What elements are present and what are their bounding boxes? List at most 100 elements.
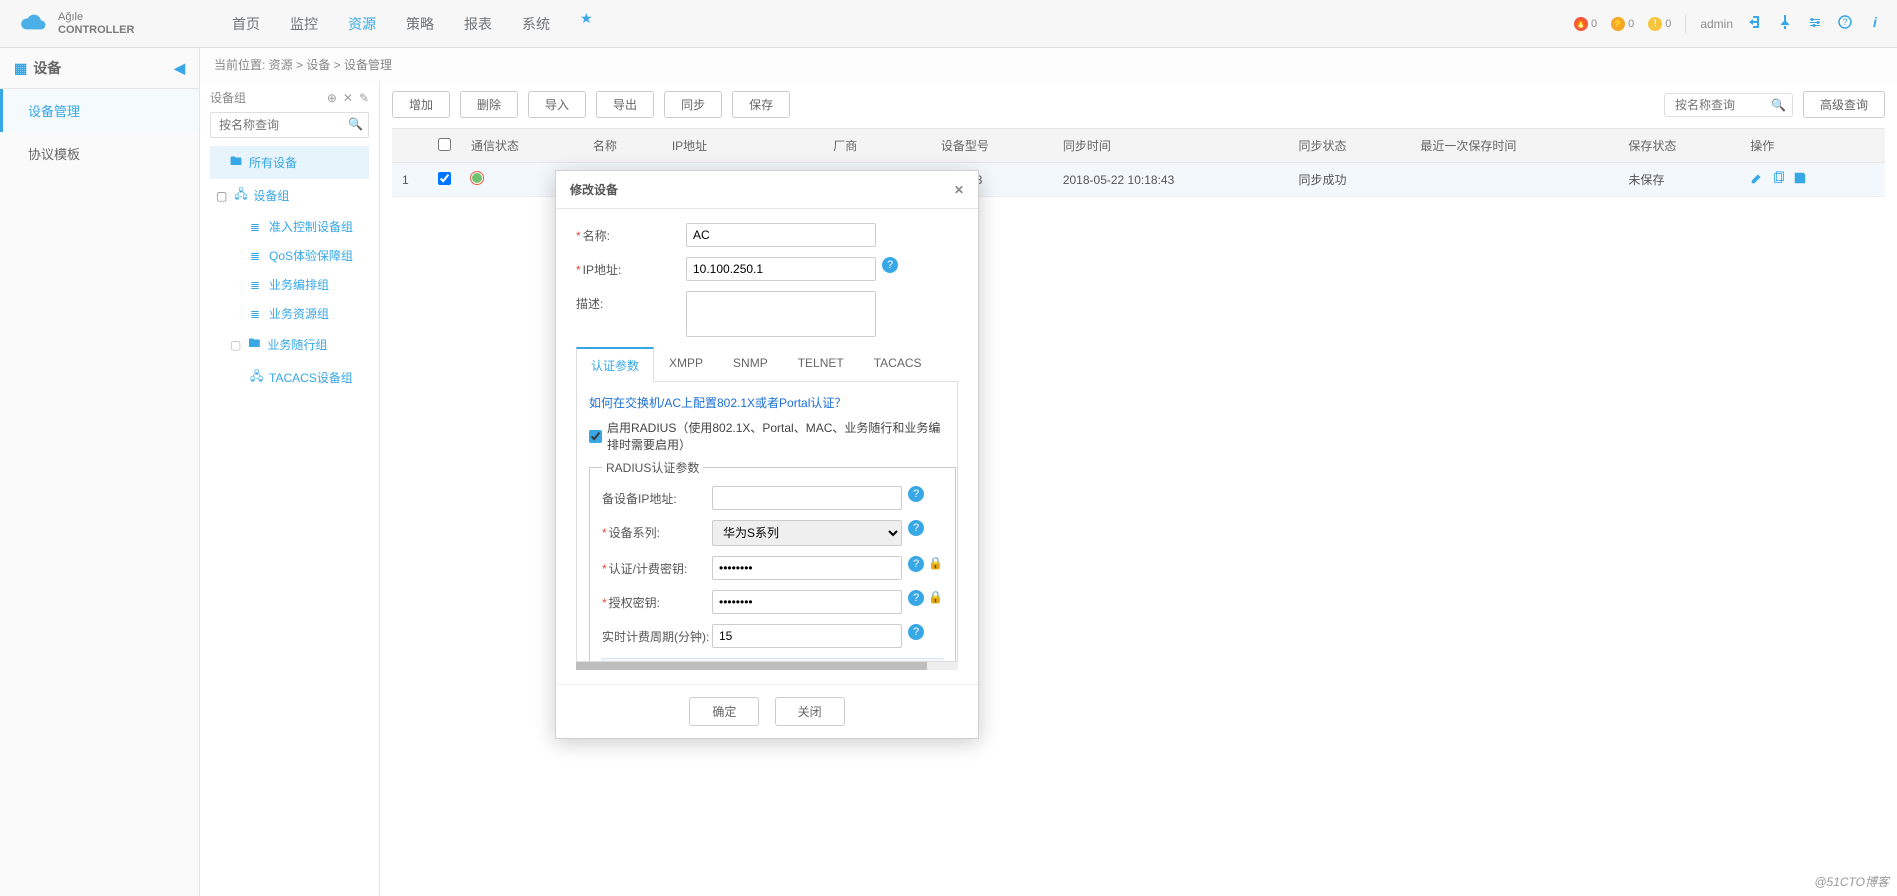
delete-button[interactable]: 删除 [460, 91, 518, 118]
badge-orange[interactable]: ⚡0 [1611, 17, 1634, 31]
cell-lastsave [1410, 163, 1618, 197]
nav-policy[interactable]: 策略 [406, 10, 434, 38]
user-label[interactable]: admin [1700, 17, 1733, 31]
th-name[interactable]: 名称 [583, 129, 662, 163]
edit-group-icon[interactable]: ✎ [359, 91, 369, 105]
topnav: 首页 监控 资源 策略 报表 系统 ★ [232, 10, 593, 38]
tab-telnet[interactable]: TELNET [783, 347, 859, 382]
logout-icon[interactable] [1747, 14, 1763, 33]
th-operation[interactable]: 操作 [1740, 129, 1885, 163]
label-series: 设备系列: [602, 520, 712, 541]
tree-device-group[interactable]: ▢🖧设备组 [210, 179, 369, 212]
save-row-icon[interactable] [1793, 174, 1811, 188]
export-button[interactable]: 导出 [596, 91, 654, 118]
input-ip[interactable] [686, 257, 876, 281]
help-icon[interactable]: ? [908, 590, 924, 606]
device-group-panel: 设备组 ⊕ ✕ ✎ 🔍 🖿所有设备 ▢🖧设备组 ≣准入控制设备组 ≣QoS体验保… [200, 81, 380, 896]
status-dot [471, 172, 483, 184]
edit-row-icon[interactable] [1750, 174, 1768, 188]
nav-resource[interactable]: 资源 [348, 10, 376, 38]
th-status[interactable]: 通信状态 [461, 129, 583, 163]
input-auth-key[interactable] [712, 556, 902, 580]
label-backup-ip: 备设备IP地址: [602, 486, 712, 507]
tab-xmpp[interactable]: XMPP [654, 347, 718, 382]
select-series[interactable]: 华为S系列 [712, 520, 902, 546]
select-all-checkbox[interactable] [438, 138, 451, 151]
ok-button[interactable]: 确定 [689, 697, 759, 726]
import-button[interactable]: 导入 [528, 91, 586, 118]
modal-tabs: 认证参数 XMPP SNMP TELNET TACACS [576, 347, 958, 382]
cloud-icon [14, 10, 50, 38]
lock-icon[interactable]: 🔒 [928, 556, 943, 570]
tab-tacacs[interactable]: TACACS [859, 347, 937, 382]
help-icon[interactable]: ? [908, 556, 924, 572]
badge-yellow[interactable]: !0 [1648, 17, 1671, 31]
input-realtime-period[interactable] [712, 624, 902, 648]
cell-operations [1740, 163, 1885, 197]
tree-qos-group[interactable]: ≣QoS体验保障组 [210, 241, 369, 270]
add-group-icon[interactable]: ⊕ [327, 91, 337, 105]
input-desc[interactable] [686, 291, 876, 337]
tree-escort-group[interactable]: ▢🖿业务随行组 [210, 328, 369, 361]
sidebar-item-protocol-template[interactable]: 协议模板 [0, 132, 199, 175]
watermark: @51CTO博客 [1814, 873, 1889, 890]
input-backup-ip[interactable] [712, 486, 902, 510]
th-ip[interactable]: IP地址 [662, 129, 823, 163]
row-checkbox[interactable] [438, 172, 451, 185]
help-icon[interactable]: ? [882, 257, 898, 273]
group-search: 🔍 [210, 112, 369, 138]
tab-snmp[interactable]: SNMP [718, 347, 783, 382]
close-icon[interactable]: ✕ [954, 183, 964, 197]
brand-name-1: Ağıle [58, 11, 83, 23]
nav-report[interactable]: 报表 [464, 10, 492, 38]
link-config-guide[interactable]: 如何在交换机/AC上配置802.1X或者Portal认证？ [589, 394, 945, 411]
svg-text:i: i [1873, 14, 1878, 30]
tree-orchestration-group[interactable]: ≣业务编排组 [210, 270, 369, 299]
input-name[interactable] [686, 223, 876, 247]
tab-auth-params[interactable]: 认证参数 [576, 347, 654, 382]
th-lastsave[interactable]: 最近一次保存时间 [1410, 129, 1618, 163]
th-savestatus[interactable]: 保存状态 [1618, 129, 1740, 163]
brand-name-2: CONTROLLER [58, 24, 134, 36]
delete-group-icon[interactable]: ✕ [343, 91, 353, 105]
nav-home[interactable]: 首页 [232, 10, 260, 38]
cancel-button[interactable]: 关闭 [775, 697, 845, 726]
search-icon[interactable]: 🔍 [348, 117, 363, 131]
th-syncstatus[interactable]: 同步状态 [1288, 129, 1410, 163]
th-vendor[interactable]: 厂商 [823, 129, 931, 163]
modal-hscroll[interactable] [576, 662, 958, 670]
th-synctime[interactable]: 同步时间 [1053, 129, 1289, 163]
tree-tacacs-group[interactable]: 🖧TACACS设备组 [210, 361, 369, 394]
advanced-search-button[interactable]: 高级查询 [1803, 91, 1885, 118]
table-search-input[interactable] [1671, 94, 1771, 116]
modal-title: 修改设备 [570, 181, 618, 198]
tree-all-devices[interactable]: 🖿所有设备 [210, 146, 369, 179]
info-icon[interactable]: i [1867, 14, 1883, 33]
group-search-input[interactable] [210, 112, 369, 138]
nav-monitor[interactable]: 监控 [290, 10, 318, 38]
sidebar-item-device-mgmt[interactable]: 设备管理 [0, 89, 199, 132]
cell-syncstatus: 同步成功 [1288, 163, 1410, 197]
help-icon[interactable]: ? [1837, 14, 1853, 33]
help-icon[interactable]: ? [908, 624, 924, 640]
nav-system[interactable]: 系统 [522, 10, 550, 38]
lock-icon[interactable]: 🔒 [928, 590, 943, 604]
stack-icon: ≣ [250, 278, 264, 292]
search-icon[interactable]: 🔍 [1771, 98, 1786, 112]
help-icon[interactable]: ? [908, 520, 924, 536]
input-authz-key[interactable] [712, 590, 902, 614]
enable-radius-checkbox[interactable] [589, 430, 602, 443]
sync-button[interactable]: 同步 [664, 91, 722, 118]
th-model[interactable]: 设备型号 [931, 129, 1053, 163]
badge-red[interactable]: 🔥0 [1574, 17, 1597, 31]
tree-resource-group[interactable]: ≣业务资源组 [210, 299, 369, 328]
settings-icon[interactable] [1807, 14, 1823, 33]
collapse-icon[interactable]: ◀ [174, 60, 185, 77]
help-icon[interactable]: ? [908, 486, 924, 502]
save-button[interactable]: 保存 [732, 91, 790, 118]
copy-row-icon[interactable] [1772, 174, 1790, 188]
favorite-star-icon[interactable]: ★ [580, 10, 593, 38]
pin-icon[interactable] [1777, 14, 1793, 33]
add-button[interactable]: 增加 [392, 91, 450, 118]
tree-access-control-group[interactable]: ≣准入控制设备组 [210, 212, 369, 241]
